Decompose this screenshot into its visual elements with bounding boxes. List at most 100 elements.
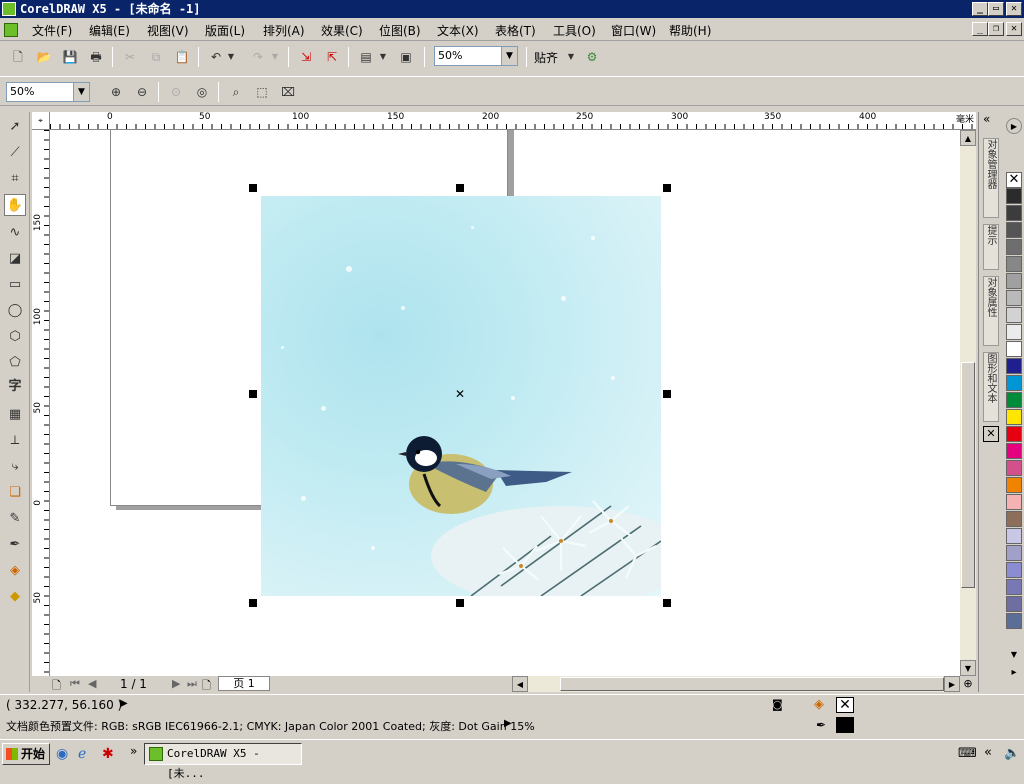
color-swatch[interactable]	[1006, 528, 1022, 544]
color-swatch[interactable]	[1006, 477, 1022, 493]
color-swatch[interactable]	[1006, 562, 1022, 578]
zoom-out-icon[interactable]: ⊖	[132, 82, 152, 102]
color-swatch[interactable]	[1006, 613, 1022, 629]
eyedropper-tool-icon[interactable]: ✎	[4, 508, 26, 530]
zoom-all-objects-icon[interactable]: ◎	[192, 82, 212, 102]
doc-minimize-button[interactable]: _	[972, 22, 988, 36]
taskbar-task-coreldraw[interactable]: CorelDRAW X5 - [未...	[144, 743, 302, 780]
selection-handle-mr[interactable]	[663, 390, 671, 398]
open-icon[interactable]: 📂	[34, 47, 54, 67]
fill-tool-icon[interactable]: ◈	[4, 560, 26, 582]
scroll-left-icon[interactable]: ◀	[512, 676, 528, 692]
menu-file[interactable]: 文件(F)	[32, 22, 72, 39]
welcome-screen-icon[interactable]: ▣	[396, 47, 416, 67]
undo-dropdown-icon[interactable]: ▼	[226, 47, 236, 67]
app-shortcut-icon[interactable]: ✱	[102, 746, 114, 762]
snap-to-button[interactable]: 贴齐	[534, 49, 558, 66]
color-swatch[interactable]	[1006, 273, 1022, 289]
publish-pdf-icon[interactable]: ▤	[356, 47, 376, 67]
navigator-icon[interactable]: ⊕	[960, 676, 976, 692]
drawing-canvas[interactable]: ✕	[50, 130, 960, 676]
color-swatch[interactable]	[1006, 222, 1022, 238]
docker-close-icon[interactable]: ✕	[983, 426, 999, 442]
docker-tab-object-properties[interactable]: 对象属性	[983, 276, 999, 346]
volume-icon[interactable]: 🔈	[1004, 746, 1020, 761]
cut-icon[interactable]: ✂	[120, 47, 140, 67]
doc-close-button[interactable]: ✕	[1006, 22, 1022, 36]
scroll-up-icon[interactable]: ▲	[960, 130, 976, 146]
profile-expand-icon[interactable]: ▶	[504, 718, 512, 729]
crop-tool-icon[interactable]: ⌗	[4, 168, 26, 190]
ellipse-tool-icon[interactable]: ◯	[4, 300, 26, 322]
menu-layout[interactable]: 版面(L)	[205, 22, 245, 39]
chevron-down-icon[interactable]: ▼	[73, 83, 89, 101]
blend-tool-icon[interactable]: ❏	[4, 482, 26, 504]
fill-bucket-icon[interactable]: ◈	[814, 697, 824, 712]
start-button[interactable]: 开始	[2, 743, 50, 765]
snap-dropdown-icon[interactable]: ▼	[566, 47, 576, 67]
color-swatch[interactable]	[1006, 375, 1022, 391]
scroll-thumb[interactable]	[961, 362, 975, 588]
color-swatch[interactable]	[1006, 596, 1022, 612]
text-tool-icon[interactable]: 字	[4, 376, 26, 398]
selection-handle-bl[interactable]	[249, 599, 257, 607]
no-fill-swatch[interactable]: ✕	[1006, 172, 1022, 188]
table-tool-icon[interactable]: ▦	[4, 404, 26, 426]
vertical-scrollbar[interactable]: ▲ ▼	[960, 130, 976, 676]
ie-icon[interactable]: ℯ	[78, 746, 86, 762]
color-swatch[interactable]	[1006, 409, 1022, 425]
fill-none-swatch[interactable]: ✕	[836, 697, 854, 713]
publish-dropdown-icon[interactable]: ▼	[378, 47, 388, 67]
vertical-ruler[interactable]: 150 100 50 0 50	[32, 130, 50, 676]
redo-dropdown-icon[interactable]: ▼	[270, 47, 280, 67]
menu-text[interactable]: 文本(X)	[437, 22, 479, 39]
connector-tool-icon[interactable]: ⤷	[4, 456, 26, 478]
status-expand-icon[interactable]: ▶	[120, 698, 128, 709]
scroll-right-icon[interactable]: ▶	[944, 676, 960, 692]
doc-restore-button[interactable]: ❐	[988, 22, 1004, 36]
pick-tool-icon[interactable]: ➚	[4, 116, 26, 138]
new-icon[interactable]: 🗋	[8, 47, 28, 67]
zoom-width-icon[interactable]: ⬚	[252, 82, 272, 102]
interactive-fill-icon[interactable]: ◆	[4, 586, 26, 608]
outline-pen-icon[interactable]: ✒	[4, 534, 26, 556]
chevron-down-icon[interactable]: ▼	[501, 47, 517, 65]
keyboard-icon[interactable]: ⌨	[958, 746, 977, 761]
zoom-selected-icon[interactable]: ⊙	[166, 82, 186, 102]
print-icon[interactable]: 🖶	[86, 47, 106, 67]
docker-tab-object-manager[interactable]: 对象管理器	[983, 138, 999, 218]
redo-icon[interactable]: ↷	[248, 47, 268, 67]
first-page-icon[interactable]: ⏮	[70, 677, 80, 691]
save-icon[interactable]: 💾	[60, 47, 80, 67]
ruler-corner[interactable]: ⌖	[32, 112, 50, 130]
quicklaunch-more-icon[interactable]: »	[130, 744, 137, 758]
selection-handle-bc[interactable]	[456, 599, 464, 607]
menu-effects[interactable]: 效果(C)	[321, 22, 363, 39]
shape-tool-icon[interactable]: ⟋	[4, 142, 26, 164]
selection-handle-tl[interactable]	[249, 184, 257, 192]
menu-window[interactable]: 窗口(W)	[611, 22, 656, 39]
selection-handle-tc[interactable]	[456, 184, 464, 192]
zoom-height-icon[interactable]: ⌧	[278, 82, 298, 102]
palette-scroll-up-icon[interactable]: ▶	[1006, 118, 1022, 134]
color-swatch[interactable]	[1006, 307, 1022, 323]
menu-table[interactable]: 表格(T)	[495, 22, 536, 39]
zoom-combo[interactable]: 50% ▼	[6, 82, 90, 102]
color-swatch[interactable]	[1006, 290, 1022, 306]
copy-icon[interactable]: ⧉	[146, 47, 166, 67]
menu-tools[interactable]: 工具(O)	[553, 22, 596, 39]
paste-icon[interactable]: 📋	[172, 47, 192, 67]
menu-edit[interactable]: 编辑(E)	[89, 22, 130, 39]
pan-tool-icon[interactable]: ✋	[4, 194, 26, 216]
color-swatch[interactable]	[1006, 188, 1022, 204]
page-tab[interactable]: 页 1	[218, 676, 270, 691]
minimize-button[interactable]: _	[972, 2, 988, 16]
basic-shapes-icon[interactable]: ⬠	[4, 352, 26, 374]
docker-collapse-icon[interactable]: «	[983, 112, 990, 126]
center-mark-icon[interactable]: ✕	[455, 387, 465, 401]
browser-icon[interactable]: ◉	[56, 746, 68, 762]
zoom-in-icon[interactable]: ⊕	[106, 82, 126, 102]
maximize-button[interactable]: ▭	[988, 2, 1004, 16]
outline-pen-icon[interactable]: ✒	[816, 718, 826, 732]
color-swatch[interactable]	[1006, 460, 1022, 476]
